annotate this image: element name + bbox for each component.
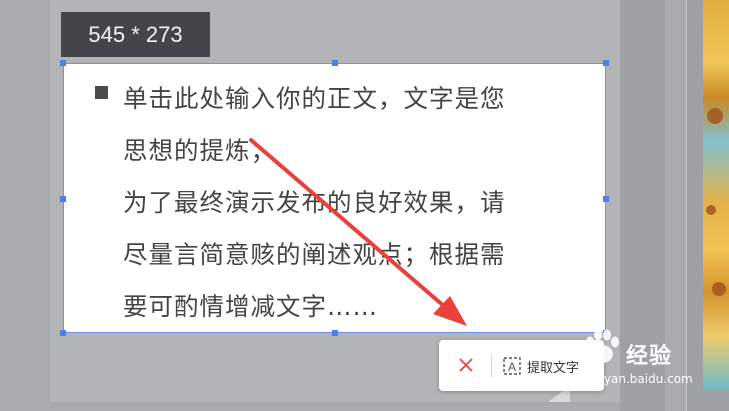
watermark-title: 经验 (626, 344, 673, 369)
text-box[interactable]: 单击此处输入你的正文，文字是您 思想的提炼； 为了最终演示发布的良好效果，请 尽… (60, 60, 609, 336)
svg-text:A: A (508, 360, 516, 374)
paw-icon (586, 329, 619, 363)
close-icon[interactable] (457, 356, 475, 374)
resize-handle-top-left[interactable] (60, 60, 66, 66)
size-indicator-badge: 545 * 273 (61, 12, 210, 57)
slide-thumbnail-panel[interactable] (686, 0, 729, 411)
resize-handle-top[interactable] (332, 60, 338, 66)
extract-text-button[interactable]: A 提取文字 (503, 354, 579, 378)
watermark-url: jingyan.baidu.com (582, 372, 693, 386)
body-text-line: 单击此处输入你的正文，文字是您 (123, 84, 506, 113)
body-text-line: 要可酌情增减文字…… (123, 292, 378, 321)
toolbar-divider (491, 354, 492, 377)
bullet-square-icon (95, 86, 108, 99)
slide-thumbnail[interactable] (703, 0, 729, 390)
body-text-line: 尽量言简意赅的阐述观点；根据需 (123, 240, 506, 269)
watermark: 经验 jingyan.baidu.com (580, 326, 693, 388)
extract-text-label: 提取文字 (527, 360, 580, 376)
resize-handle-left[interactable] (60, 196, 66, 202)
resize-handle-top-right[interactable] (603, 60, 609, 66)
resize-handle-right[interactable] (603, 196, 609, 202)
body-text[interactable]: 单击此处输入你的正文，文字是您 思想的提炼； 为了最终演示发布的良好效果，请 尽… (123, 73, 563, 333)
text-extract-icon: A (503, 357, 521, 375)
resize-handle-bottom-left[interactable] (60, 330, 66, 336)
body-text-line: 为了最终演示发布的良好效果，请 (123, 188, 506, 217)
body-text-line: 思想的提炼； (123, 136, 276, 165)
